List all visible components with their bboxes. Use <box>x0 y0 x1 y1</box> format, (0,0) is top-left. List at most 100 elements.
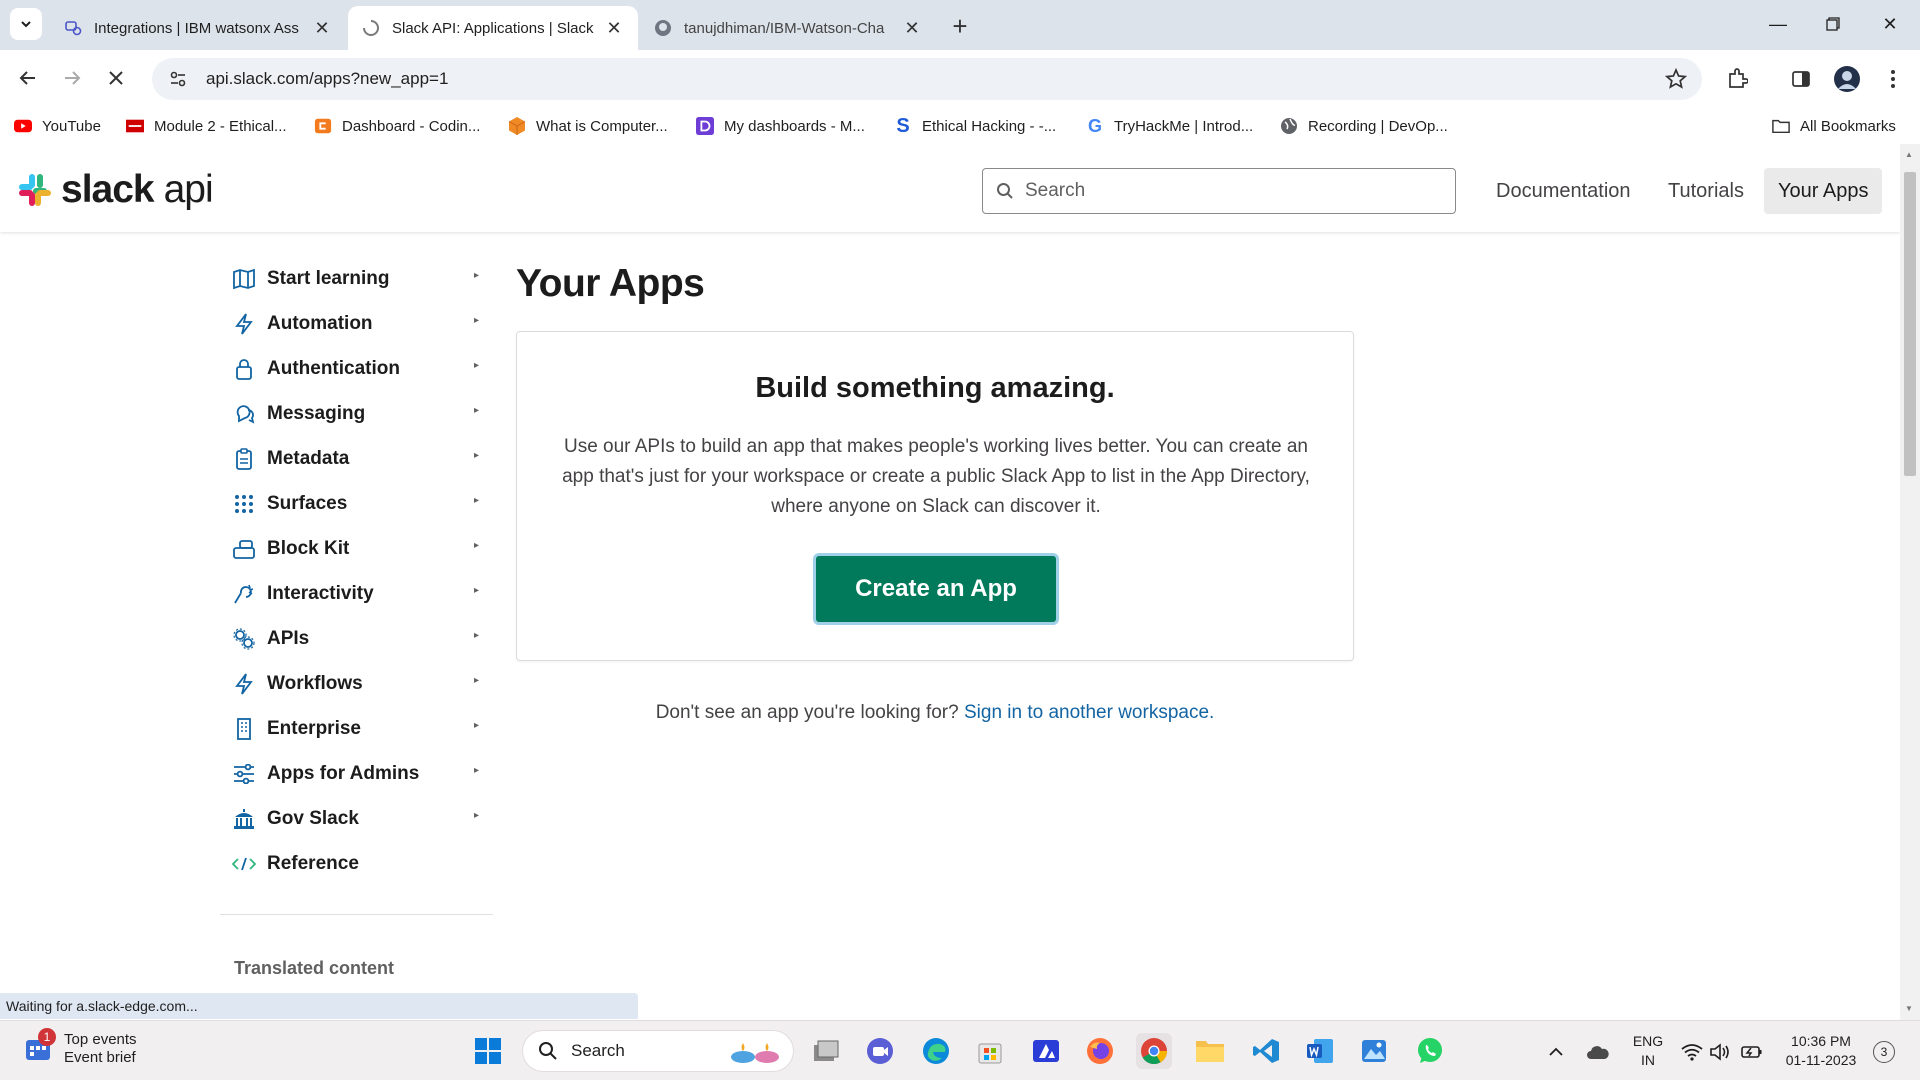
address-bar[interactable]: api.slack.com/apps?new_app=1 <box>152 58 1702 100</box>
scroll-up-arrow-icon[interactable]: ▲ <box>1905 150 1913 159</box>
bookmark-recording-devops[interactable]: Recording | DevOp... <box>1280 114 1448 138</box>
nav-documentation[interactable]: Documentation <box>1482 168 1645 214</box>
whatsapp-icon[interactable] <box>1412 1033 1448 1069</box>
sidebar-item-surfaces[interactable]: Surfaces ▸ <box>220 481 496 526</box>
expand-arrow-icon[interactable]: ▸ <box>474 450 479 461</box>
expand-arrow-icon[interactable]: ▸ <box>474 270 479 281</box>
clock[interactable]: 10:36 PM 01-11-2023 <box>1776 1032 1866 1070</box>
bookmark-module-2[interactable]: Module 2 - Ethical... <box>126 114 287 138</box>
sidebar-item-apis[interactable]: APIs ▸ <box>220 616 496 661</box>
azure-icon[interactable] <box>1028 1033 1064 1069</box>
minimize-icon[interactable]: — <box>1758 6 1798 42</box>
sidebar-item-workflows[interactable]: Workflows ▸ <box>220 661 496 706</box>
create-app-button[interactable]: Create an App <box>813 553 1059 625</box>
expand-arrow-icon[interactable]: ▸ <box>474 360 479 371</box>
bookmark-label: Module 2 - Ethical... <box>154 117 287 135</box>
window-close-icon[interactable]: ✕ <box>1870 6 1910 42</box>
nav-your-apps[interactable]: Your Apps <box>1764 168 1883 214</box>
volume-icon[interactable] <box>1708 1040 1732 1064</box>
new-tab-button[interactable]: + <box>944 10 976 42</box>
expand-arrow-icon[interactable]: ▸ <box>474 540 479 551</box>
expand-arrow-icon[interactable]: ▸ <box>474 720 479 731</box>
sidebar-item-apps-for-admins[interactable]: Apps for Admins ▸ <box>220 751 496 796</box>
sidebar-item-messaging[interactable]: Messaging ▸ <box>220 391 496 436</box>
bookmark-label: YouTube <box>42 117 101 135</box>
browser-tab[interactable]: Integrations | IBM watsonx Ass ✕ <box>50 6 346 50</box>
microsoft-store-icon[interactable] <box>972 1033 1008 1069</box>
site-info-icon[interactable] <box>158 59 198 99</box>
expand-arrow-icon[interactable]: ▸ <box>474 675 479 686</box>
expand-arrow-icon[interactable]: ▸ <box>474 495 479 506</box>
expand-arrow-icon[interactable]: ▸ <box>474 315 479 326</box>
widgets-button[interactable]: 1 Top events Event brief <box>24 1028 137 1067</box>
bookmark-tryhackme[interactable]: G TryHackMe | Introd... <box>1086 114 1253 138</box>
input-language-indicator[interactable]: ENG IN <box>1628 1032 1668 1070</box>
vscode-icon[interactable] <box>1248 1033 1284 1069</box>
scroll-down-arrow-icon[interactable]: ▼ <box>1905 1004 1913 1013</box>
expand-arrow-icon[interactable]: ▸ <box>474 765 479 776</box>
photos-icon[interactable] <box>1356 1033 1392 1069</box>
all-bookmarks-button[interactable]: All Bookmarks <box>1772 114 1896 138</box>
zoom-meeting-icon[interactable] <box>862 1033 898 1069</box>
cursor-spark-icon <box>232 582 256 606</box>
firefox-icon[interactable] <box>1082 1033 1118 1069</box>
page-scrollbar[interactable]: ▲ ▼ <box>1900 144 1920 1020</box>
logo-suffix: api <box>163 168 214 211</box>
slack-api-logo[interactable]: slack api <box>17 168 214 212</box>
profile-avatar[interactable] <box>1832 64 1862 94</box>
search-input[interactable]: Search <box>982 168 1456 214</box>
sidebar-item-interactivity[interactable]: Interactivity ▸ <box>220 571 496 616</box>
onedrive-cloud-icon[interactable] <box>1586 1040 1610 1064</box>
browser-menu-icon[interactable] <box>1878 64 1908 94</box>
word-icon[interactable] <box>1302 1033 1338 1069</box>
back-arrow-icon[interactable] <box>10 60 46 96</box>
expand-arrow-icon[interactable]: ▸ <box>474 405 479 416</box>
wifi-icon[interactable] <box>1680 1040 1704 1064</box>
expand-arrow-icon[interactable]: ▸ <box>474 585 479 596</box>
sidebar-item-label: APIs <box>267 627 310 649</box>
sidebar-item-gov-slack[interactable]: Gov Slack ▸ <box>220 796 496 841</box>
bookmark-what-is-computer[interactable]: What is Computer... <box>508 114 668 138</box>
expand-arrow-icon[interactable]: ▸ <box>474 630 479 641</box>
close-icon[interactable]: ✕ <box>902 18 922 38</box>
browser-toolbar: api.slack.com/apps?new_app=1 <box>0 50 1920 106</box>
bookmark-my-dashboards[interactable]: My dashboards - M... <box>696 114 865 138</box>
file-explorer-icon[interactable] <box>1192 1033 1228 1069</box>
card-description: Use our APIs to build an app that makes … <box>562 436 1310 517</box>
bookmark-dashboard-coding[interactable]: Dashboard - Codin... <box>314 114 480 138</box>
windows-start-icon[interactable] <box>470 1033 506 1069</box>
bookmark-label: Ethical Hacking - -... <box>922 117 1057 135</box>
sidebar-item-authentication[interactable]: Authentication ▸ <box>220 346 496 391</box>
bookmark-star-icon[interactable] <box>1664 67 1688 91</box>
sidebar-item-automation[interactable]: Automation ▸ <box>220 301 496 346</box>
close-icon[interactable]: ✕ <box>604 18 624 38</box>
youtube-icon <box>14 117 32 135</box>
stop-loading-icon[interactable] <box>98 60 134 96</box>
file-explorer-alt-icon[interactable] <box>808 1033 844 1069</box>
chevron-up-icon[interactable] <box>1544 1040 1568 1064</box>
sign-in-another-workspace-link[interactable]: Sign in to another workspace. <box>964 702 1214 723</box>
sidebar-item-reference[interactable]: Reference <box>220 841 496 886</box>
forward-arrow-icon[interactable] <box>54 60 90 96</box>
nav-tutorials[interactable]: Tutorials <box>1654 168 1758 214</box>
chrome-icon[interactable] <box>1136 1033 1172 1069</box>
notification-count-badge[interactable]: 3 <box>1873 1041 1895 1063</box>
bookmark-ethical-hacking[interactable]: S Ethical Hacking - -... <box>894 114 1056 138</box>
bookmark-youtube[interactable]: YouTube <box>14 114 101 138</box>
scrollbar-thumb[interactable] <box>1904 172 1916 476</box>
restore-icon[interactable] <box>1813 6 1853 42</box>
browser-tab-active[interactable]: Slack API: Applications | Slack ✕ <box>348 6 638 50</box>
browser-tab[interactable]: tanujdhiman/IBM-Watson-Cha ✕ <box>640 6 936 50</box>
side-panel-icon[interactable] <box>1786 64 1816 94</box>
battery-charging-icon[interactable] <box>1740 1040 1764 1064</box>
sidebar-item-metadata[interactable]: Metadata ▸ <box>220 436 496 481</box>
close-icon[interactable]: ✕ <box>312 18 332 38</box>
sidebar-item-block-kit[interactable]: Block Kit ▸ <box>220 526 496 571</box>
taskbar-search-box[interactable]: Search <box>522 1030 794 1072</box>
sidebar-item-enterprise[interactable]: Enterprise ▸ <box>220 706 496 751</box>
extensions-puzzle-icon[interactable] <box>1722 64 1752 94</box>
sidebar-item-start-learning[interactable]: Start learning ▸ <box>220 256 496 301</box>
tab-search-chevron-icon[interactable] <box>10 8 42 40</box>
expand-arrow-icon[interactable]: ▸ <box>474 810 479 821</box>
edge-icon[interactable] <box>918 1033 954 1069</box>
